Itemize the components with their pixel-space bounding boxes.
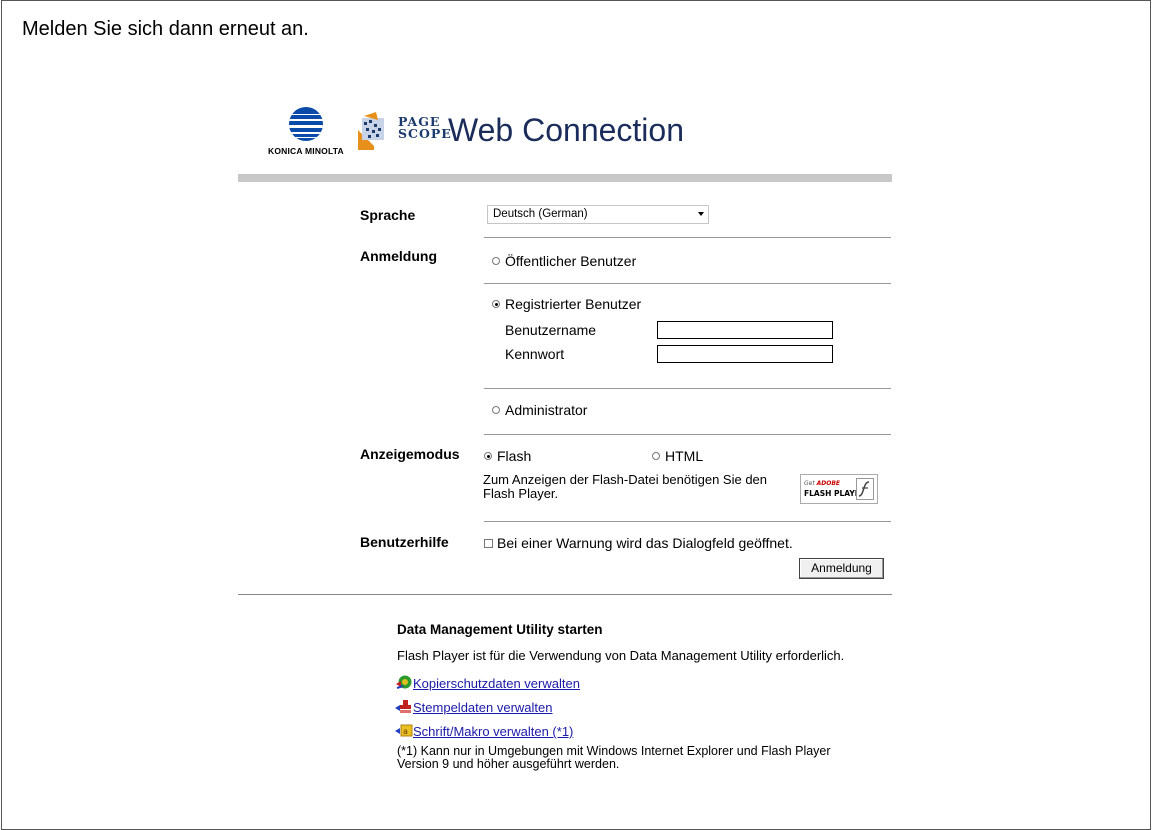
product-name: Web Connection	[448, 112, 684, 148]
public-user-label: Öffentlicher Benutzer	[505, 253, 637, 269]
pagescope-mark-icon	[358, 112, 384, 150]
font-macro-icon: a	[395, 724, 413, 737]
registered-user-radio[interactable]	[492, 300, 500, 308]
chevron-down-icon	[698, 212, 704, 216]
divider	[484, 521, 891, 522]
flash-player-note: Zum Anzeigen der Flash-Datei benötigen S…	[483, 472, 768, 501]
login-label: Anmeldung	[360, 248, 437, 264]
svg-text:a: a	[403, 727, 408, 736]
password-input[interactable]	[657, 345, 833, 363]
warning-dialog-label: Bei einer Warnung wird das Dialogfeld ge…	[497, 535, 793, 551]
instruction-text: Melden Sie sich dann erneut an.	[22, 18, 309, 40]
flash-label: Flash	[497, 448, 532, 464]
divider	[484, 388, 891, 389]
divider	[484, 283, 891, 284]
warning-dialog-checkbox[interactable]	[484, 539, 493, 548]
stamp-data-link[interactable]: Stempeldaten verwalten	[413, 700, 552, 715]
section-divider	[238, 594, 892, 595]
display-mode-label: Anzeigemodus	[360, 446, 460, 462]
maker-name: KONICA MINOLTA	[268, 146, 344, 156]
divider	[484, 237, 891, 238]
dmu-footnote: (*1) Kann nur in Umgebungen mit Windows …	[397, 744, 831, 771]
username-input[interactable]	[657, 321, 833, 339]
stamp-icon	[395, 700, 411, 713]
username-label: Benutzername	[505, 322, 597, 338]
get-flash-player-button[interactable]: Get ADOBE FLASH PLAYER	[800, 474, 878, 504]
dmu-title: Data Management Utility starten	[397, 622, 603, 637]
language-select[interactable]: Deutsch (German)	[487, 205, 709, 224]
password-label: Kennwort	[505, 346, 565, 362]
dmu-description: Flash Player ist für die Verwendung von …	[397, 648, 845, 663]
font-macro-link[interactable]: Schrift/Makro verwalten (*1)	[413, 724, 573, 739]
public-user-radio[interactable]	[492, 257, 500, 265]
user-help-label: Benutzerhilfe	[360, 534, 449, 550]
header-divider	[238, 174, 892, 182]
copy-protection-link[interactable]: Kopierschutzdaten verwalten	[413, 676, 580, 691]
pagescope-logo: PAGE SCOPE Web Connection	[352, 108, 722, 158]
flash-radio[interactable]	[484, 452, 492, 460]
html-radio[interactable]	[652, 452, 660, 460]
pagescope-wordmark: PAGE SCOPE	[398, 114, 452, 141]
registered-user-label: Registrierter Benutzer	[505, 296, 642, 312]
copy-protection-icon	[396, 675, 412, 689]
konica-minolta-logo: KONICA MINOLTA	[268, 105, 350, 160]
divider	[484, 434, 891, 435]
login-button[interactable]: Anmeldung	[799, 558, 884, 579]
language-label: Sprache	[360, 207, 416, 223]
administrator-label: Administrator	[505, 402, 588, 418]
html-label: HTML	[665, 448, 704, 464]
globe-icon	[289, 107, 323, 141]
flash-icon	[856, 478, 874, 500]
administrator-radio[interactable]	[492, 406, 500, 414]
